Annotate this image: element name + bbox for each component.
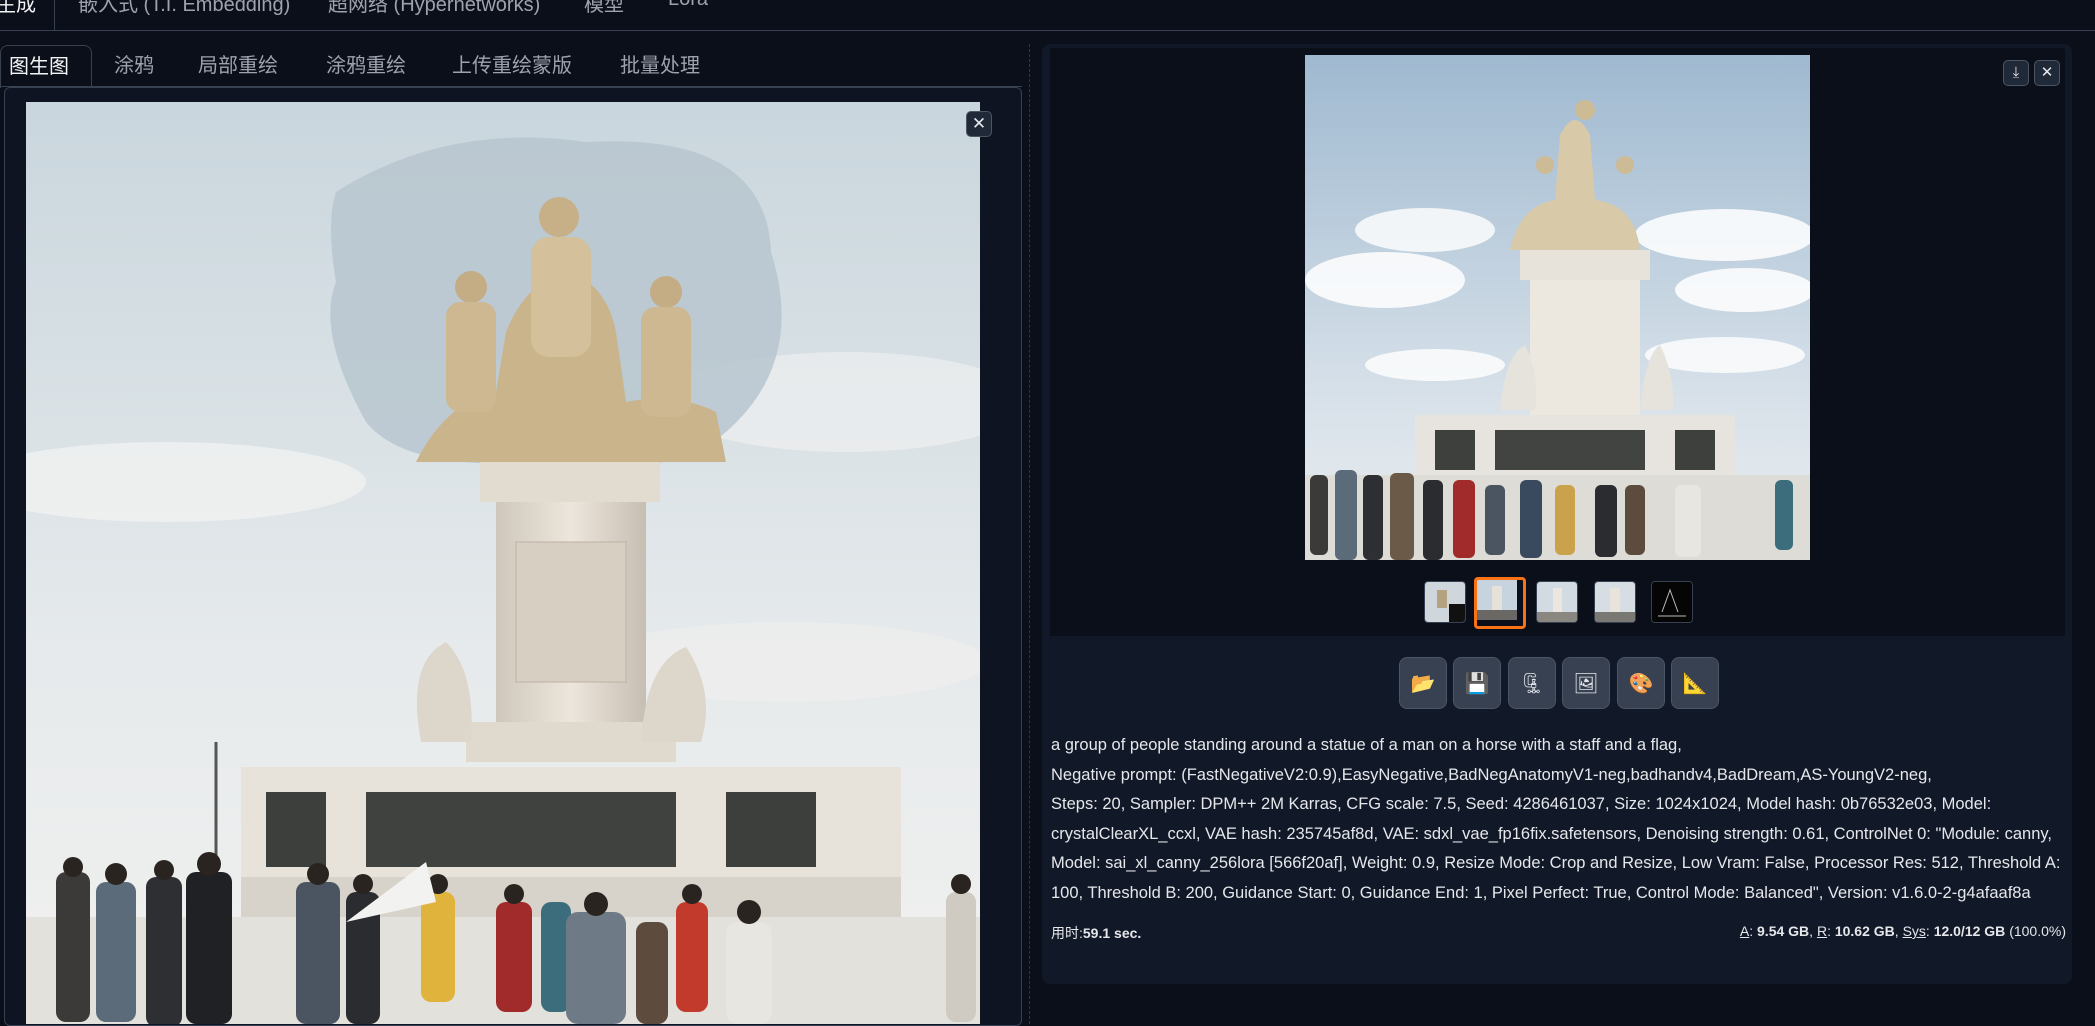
tab-hypernetworks[interactable]: 超网络 (Hypernetworks) (328, 0, 540, 17)
generation-info: a group of people standing around a stat… (1051, 731, 2061, 908)
thumbnail-image (1425, 582, 1465, 622)
zip-button[interactable]: 🗜 (1508, 657, 1556, 709)
send-to-img2img-button[interactable]: 🖼 (1562, 657, 1610, 709)
statue-photo (26, 102, 980, 1024)
subtab-inpaint[interactable]: 局部重绘 (198, 45, 278, 87)
output-image[interactable] (1305, 55, 1810, 560)
time-taken: 用时:59.1 sec. (1051, 923, 1141, 943)
mem-pct: (100.0%) (2009, 923, 2066, 939)
subtab-inpaint-upload[interactable]: 上传重绘蒙版 (452, 45, 572, 87)
save-icon: 💾 (1464, 672, 1490, 695)
mem-a-value: 9.54 GB (1757, 923, 1810, 939)
time-taken-label: 用时: (1051, 925, 1083, 941)
mem-sys-value: 12.0/12 GB (1933, 923, 2006, 939)
mem-a-label: A (1739, 923, 1750, 939)
mem-r-label: R (1816, 923, 1828, 939)
input-image-canvas[interactable] (26, 102, 980, 1024)
gallery-thumbnail[interactable] (1536, 581, 1578, 623)
panel-divider (1029, 44, 1030, 1024)
params-line-4: 100, Threshold B: 200, Guidance Start: 0… (1051, 883, 2031, 902)
time-taken-value: 59.1 sec. (1082, 925, 1142, 941)
open-folder-button[interactable]: 📂 (1399, 657, 1447, 709)
thumbnail-image (1537, 582, 1577, 622)
thumbnail-image (1595, 582, 1635, 622)
mem-r-value: 10.62 GB (1834, 923, 1895, 939)
thumbnail-image (1652, 582, 1692, 622)
save-button[interactable]: 💾 (1453, 657, 1501, 709)
subtab-img2img[interactable]: 图生图 (0, 45, 92, 88)
gallery-close-icon[interactable]: ✕ (2034, 60, 2060, 86)
tab-models[interactable]: 模型 (584, 0, 624, 17)
subtab-inpaint-sketch[interactable]: 涂鸦重绘 (326, 45, 406, 87)
params-line-2: crystalClearXL_ccxl, VAE hash: 235745af8… (1051, 824, 2052, 843)
subtab-batch[interactable]: 批量处理 (620, 45, 700, 87)
params-line-3: Model: sai_xl_canny_256lora [566f20af], … (1051, 854, 2061, 872)
send-to-inpaint-button[interactable]: 🎨 (1617, 657, 1665, 709)
tab-lora[interactable]: Lora (668, 0, 708, 11)
send-to-extras-button[interactable]: 📐 (1671, 657, 1719, 709)
thumbnail-image (1477, 580, 1517, 620)
output-statue-photo (1305, 55, 1810, 560)
tab-generate[interactable]: 生成 (0, 0, 36, 17)
palette-icon: 🎨 (1628, 672, 1654, 695)
gallery-thumbnail[interactable] (1424, 581, 1466, 623)
download-icon[interactable]: ⤓ (2003, 60, 2029, 86)
tab-embedding[interactable]: 嵌入式 (T.I. Embedding) (78, 0, 290, 17)
folder-icon: 📂 (1410, 672, 1436, 695)
top-tab-bar: 生成 嵌入式 (T.I. Embedding) 超网络 (Hypernetwor… (0, 0, 2095, 31)
params-line-1: Steps: 20, Sampler: DPM++ 2M Karras, CFG… (1051, 795, 1992, 813)
gallery-thumbnail-canny[interactable] (1651, 581, 1693, 623)
gallery-thumbnail[interactable] (1594, 581, 1636, 623)
subtab-sketch[interactable]: 涂鸦 (114, 45, 154, 87)
prompt-text: a group of people standing around a stat… (1051, 736, 1682, 754)
negative-prompt-text: Negative prompt: (FastNegativeV2:0.9),Ea… (1051, 765, 1932, 784)
vram-usage: A: 9.54 GB, R: 10.62 GB, Sys: 12.0/12 GB… (1739, 923, 2066, 939)
clear-image-close-icon[interactable]: ✕ (966, 111, 992, 137)
send-to-img2img-icon: 🖼 (1573, 672, 1599, 695)
mem-sys-label: Sys (1902, 923, 1926, 939)
gallery-thumbnail-selected[interactable] (1474, 577, 1526, 629)
zip-icon: 🗜 (1519, 672, 1545, 695)
ruler-icon: 📐 (1682, 672, 1708, 695)
